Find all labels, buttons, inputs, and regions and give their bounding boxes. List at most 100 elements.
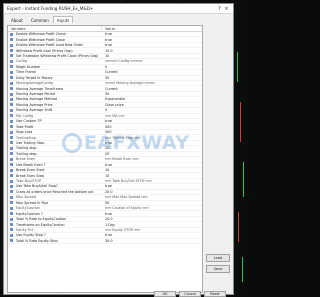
parameter-icon xyxy=(8,151,15,156)
close-button[interactable]: × xyxy=(223,5,230,13)
parameter-name: Moving Average Shift xyxy=(16,108,53,113)
parameter-icon xyxy=(8,189,15,194)
load-button[interactable]: Load xyxy=(206,254,230,262)
save-button[interactable]: Save xyxy=(206,265,230,273)
parameter-value[interactable]: 20 xyxy=(102,146,202,150)
parameter-name: Stop Loss xyxy=(16,130,33,135)
parameter-value[interactable]: 20.0 xyxy=(102,190,202,194)
parameter-value[interactable]: ═════ Moving Average ═════ xyxy=(102,81,202,85)
parameter-value[interactable]: ═══ Break Even ═══ xyxy=(102,157,202,161)
parameter-name: Total % Rate Equity Stop xyxy=(16,238,58,243)
parameter-value[interactable]: 10 xyxy=(102,174,202,178)
side-buttons: Load Save xyxy=(206,254,232,276)
parameter-name: MovingAverageConfig xyxy=(16,81,54,86)
parameter-value[interactable]: 20.0 xyxy=(102,217,202,221)
cancel-button[interactable]: Cancel xyxy=(179,291,201,297)
parameter-icon xyxy=(8,135,15,140)
parameter-icon xyxy=(8,211,15,216)
parameter-value[interactable]: Close price xyxy=(102,103,202,107)
candle-wick xyxy=(242,257,243,282)
parameter-name: Break Even Step xyxy=(16,173,45,178)
parameter-value[interactable]: ═══ Take Buy/Sell STOP ═══ xyxy=(102,179,202,183)
parameter-value[interactable]: ═══ MA ═══ xyxy=(102,114,202,118)
parameter-value[interactable]: true xyxy=(102,38,202,42)
parameter-icon xyxy=(8,217,15,222)
parameter-value[interactable]: 1 Day xyxy=(102,223,202,227)
tab-common[interactable]: Common xyxy=(27,16,53,23)
ok-button[interactable]: OK xyxy=(154,291,176,297)
parameter-name: Magic Number xyxy=(16,64,41,69)
parameter-value[interactable]: 50 xyxy=(102,92,202,96)
parameter-icon xyxy=(8,124,15,129)
candle-wick xyxy=(238,212,239,242)
reset-button[interactable]: Reset xyxy=(204,291,226,297)
parameter-name: Trailing step xyxy=(16,151,37,156)
table-row[interactable]: Total % Rate Equity Stop 30.0 xyxy=(8,238,202,245)
parameter-value[interactable]: 50 xyxy=(102,76,202,80)
parameter-value[interactable]: true xyxy=(102,163,202,167)
parameter-name: Enable Withdraw Profit Load New Order xyxy=(16,43,84,48)
parameter-icon xyxy=(8,157,15,162)
parameter-value[interactable]: true xyxy=(102,32,202,36)
parameter-name: Time Frame xyxy=(16,70,36,75)
parameter-icon xyxy=(8,233,15,238)
parameter-name: Total % Rate to EquityCaution xyxy=(16,217,67,222)
parameter-name: EquityCaution xyxy=(16,206,40,211)
parameter-value[interactable]: 20 xyxy=(102,152,202,156)
parameter-icon xyxy=(8,48,15,53)
table-body: Enable Withdraw Profit Check true Enable W… xyxy=(8,32,202,245)
parameter-value[interactable]: ═══ Caution of Equity ═══ xyxy=(102,206,202,210)
parameter-value[interactable]: true xyxy=(102,43,202,47)
parameter-icon xyxy=(8,179,15,184)
parameter-value[interactable]: ══════ Config ══════ xyxy=(102,59,202,63)
tab-about[interactable]: About xyxy=(7,16,27,23)
parameter-value[interactable]: 5 xyxy=(102,65,202,69)
parameter-icon xyxy=(8,146,15,151)
parameter-value[interactable]: 10 xyxy=(102,54,202,58)
parameter-name: Timeframe on EquityCaution xyxy=(16,222,65,227)
parameter-name: Take Buy/STOP xyxy=(16,179,42,184)
parameter-icon xyxy=(8,92,15,97)
candle-wick xyxy=(237,52,238,82)
candle-wick xyxy=(240,102,241,142)
parameter-name: Use Break Even ? xyxy=(16,162,46,167)
parameter-name: Max Spread xyxy=(16,195,37,200)
dialog-title: Expert - Instant Funding RUSH_Ex_M&D+ xyxy=(7,6,94,11)
parameter-value[interactable]: Current xyxy=(102,87,202,91)
parameter-value[interactable]: 10.0 xyxy=(102,49,202,53)
parameter-name: MA Config xyxy=(16,113,34,118)
parameter-name: Set Tradeable Withdraw Profit Close (Pri… xyxy=(16,53,99,58)
parameter-icon xyxy=(8,81,15,86)
parameter-icon xyxy=(8,70,15,75)
parameter-name: Config xyxy=(16,59,27,64)
tab-inputs[interactable]: Inputs xyxy=(52,16,74,23)
parameter-value[interactable]: 10 xyxy=(102,168,202,172)
parameter-value[interactable]: 0 xyxy=(102,108,202,112)
parameter-value[interactable]: 500 xyxy=(102,130,202,134)
parameter-value[interactable]: Exponential xyxy=(102,97,202,101)
column-header-value[interactable]: Value xyxy=(102,26,202,31)
parameter-value[interactable]: true xyxy=(102,233,202,237)
parameter-icon xyxy=(8,162,15,167)
parameter-icon xyxy=(8,86,15,91)
parameter-value[interactable]: ═══ Max Max Spread ═══ xyxy=(102,195,202,199)
parameter-value[interactable]: true xyxy=(102,212,202,216)
parameter-name: Use Custom TP xyxy=(16,119,42,124)
parameter-name: TrailingStop xyxy=(16,135,36,140)
parameter-value[interactable]: 30.0 xyxy=(102,239,202,243)
dialog-buttons: OK Cancel Reset xyxy=(154,291,226,297)
column-header-variable[interactable]: Variable xyxy=(8,26,102,31)
parameter-value[interactable]: 500 xyxy=(102,125,202,129)
parameter-value[interactable]: true xyxy=(102,141,202,145)
parameter-icon xyxy=(8,173,15,178)
parameter-name: Use Trailing Stop xyxy=(16,140,45,145)
parameter-value[interactable]: 50 xyxy=(102,201,202,205)
candle-wick xyxy=(243,162,244,197)
parameter-value[interactable]: true xyxy=(102,184,202,188)
parameter-value[interactable]: ═══ Equity STOP ═══ xyxy=(102,228,202,232)
help-button[interactable]: ? xyxy=(216,5,223,13)
parameter-icon xyxy=(8,206,15,211)
parameter-value[interactable]: true xyxy=(102,119,202,123)
parameter-value[interactable]: Current xyxy=(102,70,202,74)
parameter-value[interactable]: ═══ Trailing Stop ═══ xyxy=(102,136,202,140)
